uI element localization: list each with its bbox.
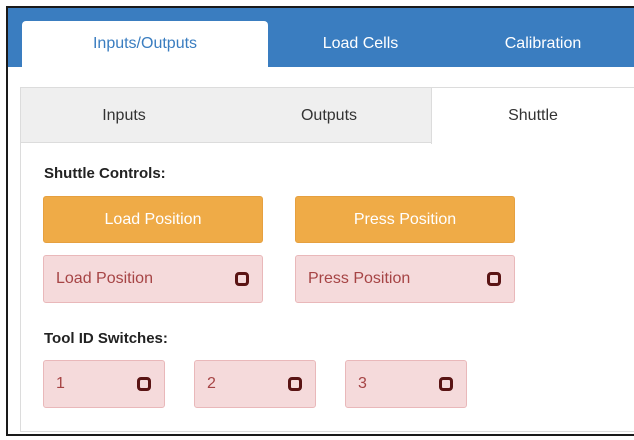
tool-id-switches-heading: Tool ID Switches: — [44, 330, 168, 347]
tool-id-switch-1[interactable]: 1 — [43, 360, 165, 408]
tab-inputs-outputs[interactable]: Inputs/Outputs — [22, 21, 268, 67]
load-position-indicator-label: Load Position — [56, 270, 153, 287]
shuttle-controls-heading: Shuttle Controls: — [44, 165, 166, 182]
tab-outputs[interactable]: Outputs — [227, 88, 431, 143]
tab-calibration[interactable]: Calibration — [453, 21, 633, 67]
load-position-button[interactable]: Load Position — [43, 196, 263, 243]
tool-id-switch-2[interactable]: 2 — [194, 360, 316, 408]
sub-tab-bar: Inputs Outputs Shuttle — [21, 88, 634, 144]
top-tab-bar: Inputs/Outputs Load Cells Calibration — [8, 8, 634, 67]
square-indicator-icon — [288, 377, 302, 391]
tool-id-switch-label: 1 — [56, 375, 65, 392]
press-position-indicator[interactable]: Press Position — [295, 255, 515, 303]
tool-id-switch-label: 3 — [358, 375, 367, 392]
press-position-indicator-label: Press Position — [308, 270, 411, 287]
press-position-button[interactable]: Press Position — [295, 196, 515, 243]
tab-shuttle[interactable]: Shuttle — [431, 88, 634, 144]
square-indicator-icon — [235, 272, 249, 286]
square-indicator-icon — [487, 272, 501, 286]
load-position-indicator[interactable]: Load Position — [43, 255, 263, 303]
tool-id-switch-3[interactable]: 3 — [345, 360, 467, 408]
square-indicator-icon — [137, 377, 151, 391]
tab-load-cells[interactable]: Load Cells — [268, 21, 453, 67]
square-indicator-icon — [439, 377, 453, 391]
tool-id-switch-label: 2 — [207, 375, 216, 392]
tab-inputs[interactable]: Inputs — [21, 88, 227, 143]
